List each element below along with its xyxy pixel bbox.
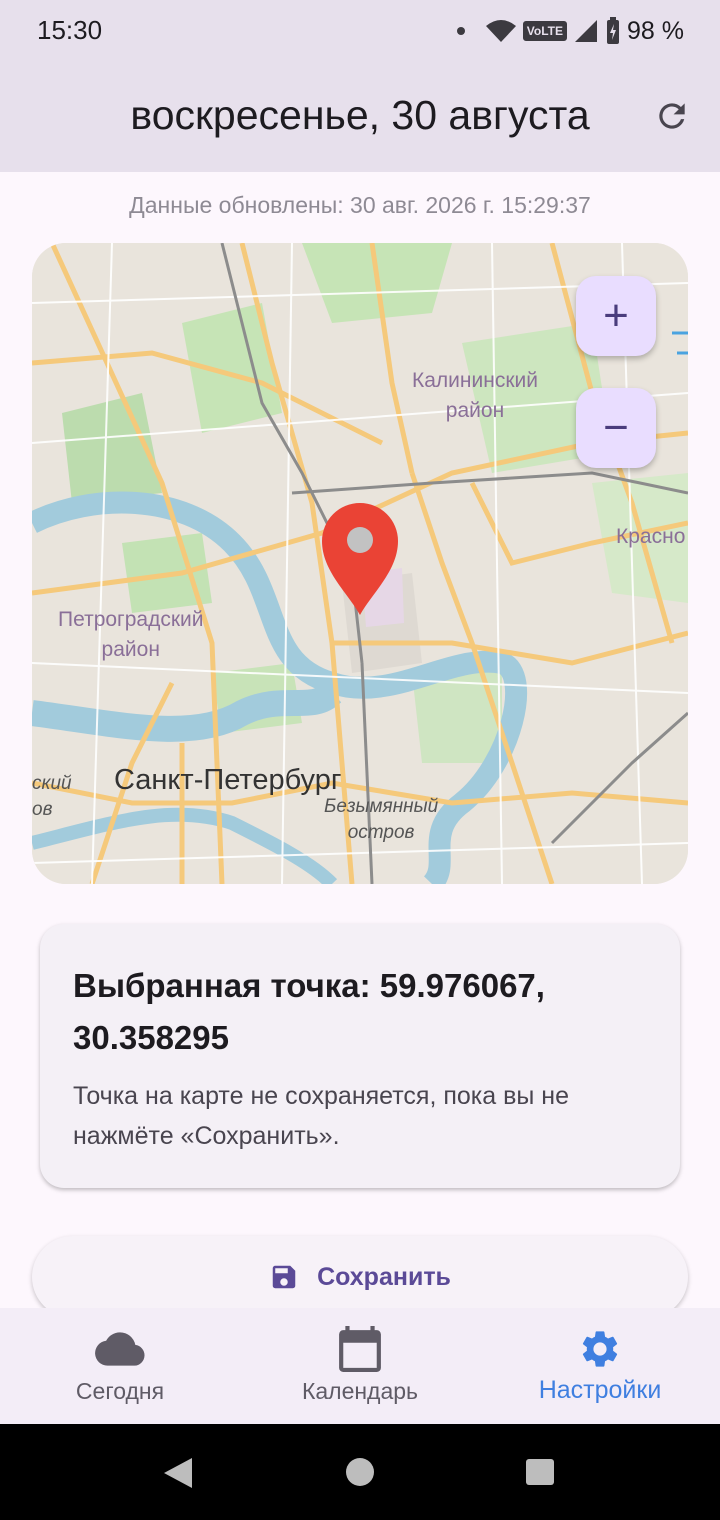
gear-icon bbox=[480, 1326, 720, 1372]
map-label-city: Санкт-Петербург bbox=[114, 764, 342, 796]
floppy-disk-icon bbox=[272, 1265, 296, 1289]
home-icon[interactable] bbox=[345, 1457, 375, 1487]
selected-point-card: Выбранная точка: 59.976067, 30.358295 То… bbox=[40, 924, 680, 1188]
volte-icon: VoLTE bbox=[522, 21, 568, 41]
map-label-island: Безымянный остров bbox=[324, 796, 439, 843]
save-button[interactable]: Сохранить bbox=[32, 1236, 688, 1318]
back-icon[interactable] bbox=[162, 1456, 194, 1490]
system-navigation-bar bbox=[0, 1424, 720, 1520]
refresh-button[interactable] bbox=[646, 90, 698, 142]
app-bar: воскресенье, 30 августа bbox=[0, 64, 720, 172]
map-view[interactable]: Калининский район Петроградский район Са… bbox=[32, 243, 688, 884]
status-time: 15:30 bbox=[37, 15, 103, 45]
battery-percent: 98 % bbox=[627, 16, 684, 45]
battery-icon bbox=[607, 17, 620, 44]
nav-label-settings: Настройки bbox=[538, 1376, 662, 1404]
notification-dot-icon bbox=[456, 27, 465, 35]
zoom-in-button[interactable]: + bbox=[576, 276, 656, 356]
status-bar: 15:30 VoLTE 98 % bbox=[0, 0, 720, 64]
map-label-petrogradsky: Петроградский район bbox=[58, 608, 204, 661]
date-title: воскресенье, 30 августа bbox=[130, 92, 590, 138]
nav-item-calendar[interactable]: Календарь bbox=[240, 1308, 480, 1424]
calendar-icon bbox=[240, 1326, 480, 1372]
zoom-out-button[interactable]: − bbox=[576, 388, 656, 468]
nav-label-today: Сегодня bbox=[75, 1378, 165, 1404]
save-button-label: Сохранить bbox=[317, 1262, 451, 1291]
nav-label-calendar: Календарь bbox=[301, 1378, 419, 1404]
status-icons: VoLTE 98 % bbox=[456, 14, 684, 48]
wifi-icon bbox=[485, 20, 516, 42]
page-title: воскресенье, 30 августа bbox=[0, 92, 720, 139]
nav-item-today[interactable]: Сегодня bbox=[0, 1308, 240, 1424]
bottom-navigation: Сегодня Календарь Настройки bbox=[0, 1308, 720, 1424]
map-label-fragment: ский ов bbox=[32, 773, 72, 820]
save-hint-text: Точка на карте не сохраняется, пока вы н… bbox=[73, 1082, 570, 1150]
recents-icon[interactable] bbox=[525, 1458, 555, 1486]
nav-item-settings[interactable]: Настройки bbox=[480, 1308, 720, 1424]
cloud-icon bbox=[0, 1326, 240, 1372]
refresh-icon bbox=[659, 103, 685, 129]
last-updated-text: Данные обновлены: 30 авг. 2026 г. 15:29:… bbox=[129, 192, 591, 218]
map-label-kalininsky: Калининский район bbox=[412, 369, 538, 422]
selected-point-title: Выбранная точка: 59.976067, 30.358295 bbox=[73, 967, 545, 1056]
signal-icon bbox=[575, 20, 598, 42]
map-label-krasno: Красно bbox=[616, 525, 686, 548]
